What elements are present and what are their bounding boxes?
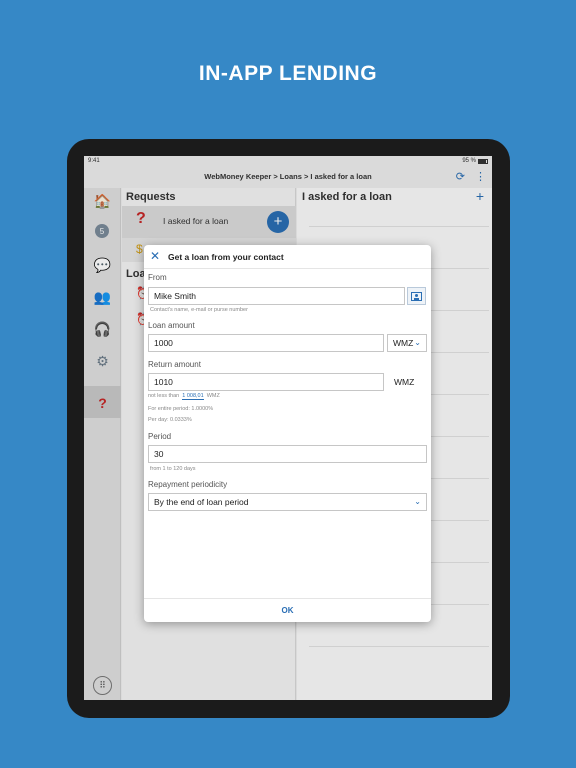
contact-card-icon: [411, 291, 422, 301]
headline: IN-APP LENDING: [198, 62, 378, 85]
contact-picker-button[interactable]: [407, 287, 426, 305]
loan-currency-select[interactable]: WMZ ⌄: [387, 334, 427, 352]
return-amount-label: Return amount: [148, 360, 201, 369]
return-currency: WMZ: [394, 377, 415, 387]
dialog-title: Get a loan from your contact: [168, 252, 284, 262]
from-hint: Contact's name, e-mail or purse number: [150, 307, 248, 313]
periodicity-label: Repayment periodicity: [148, 480, 228, 489]
loan-currency-value: WMZ: [393, 338, 414, 348]
loan-request-dialog: ✕ Get a loan from your contact From Mike…: [144, 245, 431, 622]
period-field[interactable]: 30: [148, 445, 427, 463]
entire-period-rate: For entire period: 1.0000%: [148, 406, 214, 412]
loan-amount-field[interactable]: 1000: [148, 334, 384, 352]
ok-button[interactable]: OK: [144, 598, 431, 622]
min-return-hint: not less than 1 008,01 WMZ: [148, 393, 220, 400]
periodicity-select[interactable]: By the end of loan period ⌄: [148, 493, 427, 511]
app-screen: 9:41 95 % WebMoney Keeper > Loans > I as…: [84, 156, 492, 700]
period-hint: from 1 to 120 days: [150, 466, 196, 472]
not-less-than-text: not less than: [148, 393, 180, 399]
close-icon[interactable]: ✕: [150, 250, 160, 262]
chevron-down-icon: ⌄: [414, 338, 421, 347]
chevron-down-icon: ⌄: [414, 497, 421, 506]
return-amount-field[interactable]: 1010: [148, 373, 384, 391]
from-label: From: [148, 273, 167, 282]
min-return-currency: WMZ: [206, 393, 220, 399]
loan-amount-label: Loan amount: [148, 321, 195, 330]
from-field[interactable]: Mike Smith: [148, 287, 405, 305]
dialog-header: ✕ Get a loan from your contact: [144, 245, 431, 269]
period-label: Period: [148, 432, 172, 441]
per-day-rate: Per day: 0.0333%: [148, 417, 192, 423]
min-return-link[interactable]: 1 008,01: [182, 393, 204, 400]
periodicity-value: By the end of loan period: [154, 497, 249, 507]
